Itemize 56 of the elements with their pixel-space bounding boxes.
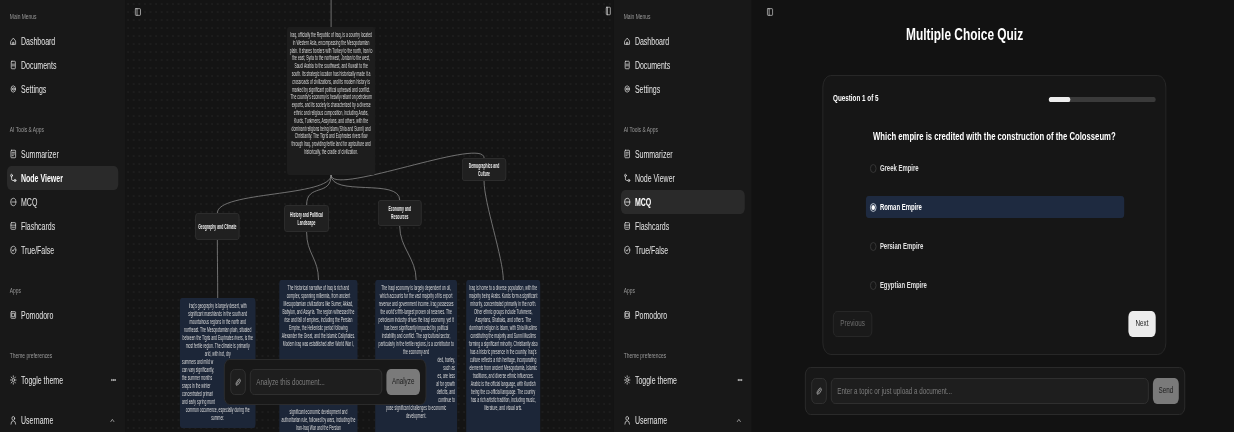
sidebar-item[interactable]: Documents: [7, 53, 119, 77]
account-button[interactable]: Username: [620, 408, 736, 432]
sidebar-item[interactable]: Summarizer: [7, 142, 119, 166]
document-icon: [9, 60, 17, 70]
sidebar-item[interactable]: Flashcards: [620, 214, 745, 238]
sidebar-item[interactable]: Documents: [620, 53, 745, 77]
document-icon: [623, 60, 631, 70]
sidebar-item[interactable]: Node Viewer: [7, 166, 119, 190]
sidebar-item[interactable]: Toggle theme: [7, 368, 109, 392]
sidebar-item[interactable]: Dashboard: [7, 29, 119, 53]
home-icon: [623, 36, 631, 46]
next-button[interactable]: Next: [1128, 311, 1156, 337]
sidebar-item[interactable]: Dashboard: [620, 29, 745, 53]
answer-option[interactable]: Roman Empire: [865, 196, 1125, 218]
minus-circle-icon: [9, 197, 17, 207]
home-icon: [9, 36, 17, 46]
attach-button[interactable]: [811, 378, 827, 404]
check-circle-icon: [623, 245, 631, 255]
nodes-icon: [9, 173, 17, 183]
panel-button[interactable]: [604, 5, 613, 17]
account-button[interactable]: Username: [7, 408, 110, 432]
sidebar-item[interactable]: Pomodoro: [7, 303, 119, 327]
answer-option[interactable]: Greek Empire: [865, 157, 1125, 179]
sidebar-item[interactable]: MCQ: [7, 190, 119, 214]
sidebar-item[interactable]: Node Viewer: [620, 166, 745, 190]
card-icon: [623, 221, 631, 231]
paperclip-icon: [234, 377, 242, 387]
sidebar-item[interactable]: Pomodoro: [620, 303, 745, 327]
answer-option[interactable]: Persian Empire: [865, 235, 1125, 257]
list-icon: [9, 149, 17, 159]
input-field[interactable]: Analyze this document...: [249, 369, 383, 395]
sidebar-item[interactable]: Summarizer: [620, 142, 745, 166]
sidebar-item[interactable]: Settings: [7, 77, 119, 101]
answer-option[interactable]: Egyptian Empire: [865, 274, 1125, 296]
page-title: Multiple Choice Quiz: [905, 24, 1025, 46]
minus-circle-icon: [623, 197, 631, 207]
book-icon: [604, 6, 612, 16]
question-counter: Question 1 of 5: [833, 92, 879, 106]
grid-icon: [623, 310, 631, 320]
sidebar-item[interactable]: True/False: [620, 238, 745, 262]
input-field[interactable]: Enter a topic or just upload a document...: [830, 378, 1149, 404]
sidebar-item[interactable]: MCQ: [620, 190, 745, 214]
nodes-icon: [623, 173, 631, 183]
card-icon: [9, 221, 17, 231]
sidebar-item[interactable]: Flashcards: [7, 214, 119, 238]
sidebar-item[interactable]: Settings: [620, 77, 745, 101]
ellipsis-icon: [737, 376, 743, 384]
list-icon: [623, 149, 631, 159]
check-circle-icon: [9, 245, 17, 255]
ellipsis-icon: [110, 376, 117, 384]
question-text: Which empire is credited with the construction of the Colosseum?: [872, 129, 1117, 144]
sidebar-item[interactable]: Toggle theme: [620, 368, 735, 392]
attach-button[interactable]: [230, 369, 246, 395]
grid-icon: [9, 310, 17, 320]
sidebar-item[interactable]: True/False: [7, 238, 119, 262]
paperclip-icon: [815, 386, 823, 396]
